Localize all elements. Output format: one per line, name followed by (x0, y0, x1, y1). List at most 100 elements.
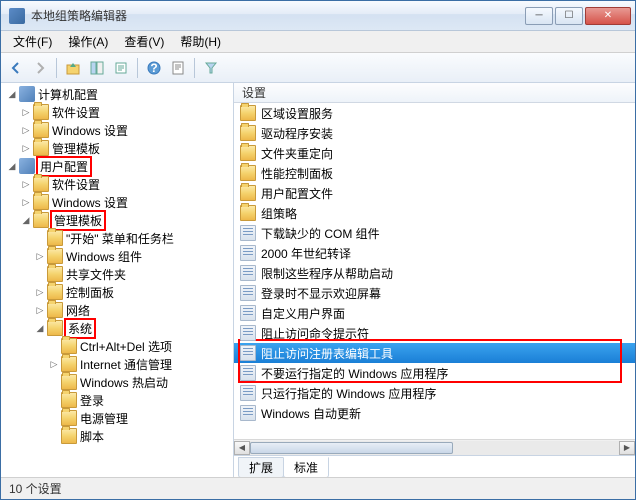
expand-icon[interactable]: ▷ (19, 123, 33, 137)
expand-icon[interactable]: ▷ (19, 177, 33, 191)
list-item-label: 下载缺少的 COM 组件 (261, 225, 380, 242)
tree-hotstart[interactable]: Windows 热启动 (1, 373, 233, 391)
tree-label: Ctrl+Alt+Del 选项 (80, 338, 172, 355)
menu-help[interactable]: 帮助(H) (172, 31, 229, 52)
expand-icon[interactable]: ▷ (47, 357, 61, 371)
horizontal-scrollbar[interactable]: ◀ ▶ (234, 439, 635, 455)
expand-icon[interactable]: ▷ (19, 141, 33, 155)
expand-icon[interactable]: ▷ (33, 285, 47, 299)
back-button[interactable] (5, 57, 27, 79)
titlebar[interactable]: 本地组策略编辑器 ─ ☐ ✕ (1, 1, 635, 31)
list-item-label: 用户配置文件 (261, 185, 333, 202)
tree-windows-components[interactable]: ▷Windows 组件 (1, 247, 233, 265)
list-row[interactable]: 性能控制面板 (234, 163, 635, 183)
tree-ctrl-alt-del[interactable]: Ctrl+Alt+Del 选项 (1, 337, 233, 355)
tree-label: 登录 (80, 392, 104, 409)
list-row[interactable]: 下载缺少的 COM 组件 (234, 223, 635, 243)
properties-button[interactable] (167, 57, 189, 79)
tree-label: 计算机配置 (38, 86, 98, 103)
tree-windows-settings[interactable]: ▷ Windows 设置 (1, 193, 233, 211)
menubar: 文件(F) 操作(A) 查看(V) 帮助(H) (1, 31, 635, 53)
list-row[interactable]: 驱动程序安装 (234, 123, 635, 143)
collapse-icon[interactable]: ◢ (19, 213, 33, 227)
list-item-label: 登录时不显示欢迎屏幕 (261, 285, 381, 302)
list-item-label: 组策略 (261, 205, 297, 222)
tab-standard[interactable]: 标准 (283, 457, 329, 477)
expand-icon[interactable]: ▷ (19, 195, 33, 209)
tree-software-settings[interactable]: ▷软件设置 (1, 103, 233, 121)
tree-windows-settings[interactable]: ▷Windows 设置 (1, 121, 233, 139)
scroll-thumb[interactable] (250, 442, 453, 454)
up-button[interactable] (62, 57, 84, 79)
list-header[interactable]: 设置 (234, 83, 635, 103)
list-item-label: 自定义用户界面 (261, 305, 345, 322)
tree-software-settings[interactable]: ▷软件设置 (1, 175, 233, 193)
tree-power[interactable]: 电源管理 (1, 409, 233, 427)
list-row[interactable]: 自定义用户界面 (234, 303, 635, 323)
list-item-label: 2000 年世纪转译 (261, 245, 351, 262)
list-row[interactable]: Windows 自动更新 (234, 403, 635, 423)
folder-icon (240, 105, 256, 121)
minimize-button[interactable]: ─ (525, 7, 553, 25)
tree-script[interactable]: 脚本 (1, 427, 233, 445)
menu-view[interactable]: 查看(V) (116, 31, 172, 52)
export-button[interactable] (110, 57, 132, 79)
list-row[interactable]: 只运行指定的 Windows 应用程序 (234, 383, 635, 403)
maximize-button[interactable]: ☐ (555, 7, 583, 25)
tree-start-menu[interactable]: "开始" 菜单和任务栏 (1, 229, 233, 247)
list-row[interactable]: 限制这些程序从帮助启动 (234, 263, 635, 283)
list-row[interactable]: 登录时不显示欢迎屏幕 (234, 283, 635, 303)
tab-extended[interactable]: 扩展 (238, 457, 284, 477)
list-row[interactable]: 区域设置服务 (234, 103, 635, 123)
scroll-track[interactable] (250, 441, 619, 455)
show-hide-tree-button[interactable] (86, 57, 108, 79)
tree-system[interactable]: ◢系统 (1, 319, 233, 337)
list-item-label: 只运行指定的 Windows 应用程序 (261, 385, 436, 402)
folder-icon (61, 338, 77, 354)
scroll-left-button[interactable]: ◀ (234, 441, 250, 455)
collapse-icon[interactable]: ◢ (33, 321, 47, 335)
tree-computer-config[interactable]: ◢ 计算机配置 (1, 85, 233, 103)
tree-control-panel[interactable]: ▷ 控制面板 (1, 283, 233, 301)
collapse-icon[interactable]: ◢ (5, 87, 19, 101)
menu-file[interactable]: 文件(F) (5, 31, 60, 52)
collapse-icon[interactable]: ◢ (5, 159, 19, 173)
tree-label: Windows 设置 (52, 194, 128, 211)
folder-icon (33, 140, 49, 156)
expand-icon[interactable]: ▷ (33, 249, 47, 263)
tree-label: 控制面板 (66, 284, 114, 301)
help-button[interactable]: ? (143, 57, 165, 79)
expand-icon[interactable]: ▷ (19, 105, 33, 119)
list-row[interactable]: 阻止访问命令提示符 (234, 323, 635, 343)
tree-panel[interactable]: ◢ 计算机配置 ▷软件设置 ▷ Windows 设置 ▷管理模板 ◢用户配置 ▷软件… (1, 83, 234, 477)
list-row[interactable]: 不要运行指定的 Windows 应用程序 (234, 363, 635, 383)
close-button[interactable]: ✕ (585, 7, 631, 25)
list-row[interactable]: 阻止访问注册表编辑工具 (234, 343, 635, 363)
list-item-label: Windows 自动更新 (261, 405, 361, 422)
tree-login[interactable]: 登录 (1, 391, 233, 409)
list-row[interactable]: 2000 年世纪转译 (234, 243, 635, 263)
filter-button[interactable] (200, 57, 222, 79)
gpedit-window: 本地组策略编辑器 ─ ☐ ✕ 文件(F) 操作(A) 查看(V) 帮助(H) ?… (0, 0, 636, 500)
folder-icon (61, 428, 77, 444)
tree-admin-templates[interactable]: ◢管理模板 (1, 211, 233, 229)
user-icon (19, 158, 35, 174)
list-row[interactable]: 文件夹重定向 (234, 143, 635, 163)
tree-network[interactable]: ▷网络 (1, 301, 233, 319)
expand-icon[interactable]: ▷ (33, 303, 47, 317)
folder-icon (33, 122, 49, 138)
menu-action[interactable]: 操作(A) (60, 31, 116, 52)
setting-icon (240, 365, 256, 381)
scroll-right-button[interactable]: ▶ (619, 441, 635, 455)
svg-text:?: ? (150, 61, 157, 75)
tree-internet-comm[interactable]: ▷Internet 通信管理 (1, 355, 233, 373)
tree-shared-folders[interactable]: 共享文件夹 (1, 265, 233, 283)
folder-icon (61, 392, 77, 408)
list-row[interactable]: 用户配置文件 (234, 183, 635, 203)
folder-icon (47, 302, 63, 318)
tree-user-config[interactable]: ◢用户配置 (1, 157, 233, 175)
list-body[interactable]: 区域设置服务驱动程序安装文件夹重定向性能控制面板用户配置文件组策略下载缺少的 C… (234, 103, 635, 439)
list-row[interactable]: 组策略 (234, 203, 635, 223)
forward-button[interactable] (29, 57, 51, 79)
tree-admin-templates[interactable]: ▷管理模板 (1, 139, 233, 157)
